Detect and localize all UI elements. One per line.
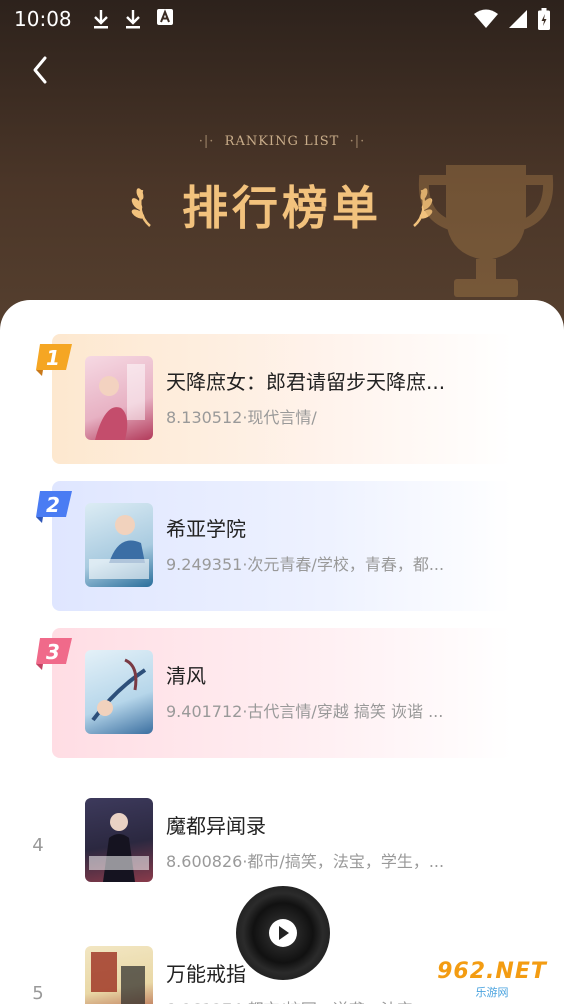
watermark-sub: 乐游网 [475, 985, 509, 999]
signal-icon [509, 10, 527, 28]
download-icon-2 [125, 10, 140, 29]
ranking-header: 10:08 ·|· RANKING LIST ·|· 排行榜单 [0, 0, 564, 340]
site-watermark-logo: 962.NET 乐游网 [426, 956, 558, 1002]
rank-badge-1: 1 [36, 344, 72, 376]
rank-number-4: 4 [32, 835, 44, 856]
book-meta-1: 8.130512·现代言情/ [166, 408, 317, 427]
cover-art-3 [91, 658, 147, 722]
play-icon [279, 926, 289, 940]
back-button[interactable] [22, 52, 58, 88]
floating-player-button[interactable] [236, 886, 330, 980]
book-title-2[interactable]: 希亚学院 [166, 513, 486, 542]
svg-text:2: 2 [46, 493, 60, 517]
a-app-icon [156, 9, 173, 25]
status-bar: 10:08 [0, 0, 564, 38]
watermark-main: 962.NET [437, 958, 547, 984]
book-cover-2[interactable] [85, 503, 153, 587]
book-title-1[interactable]: 天降庶女：郎君请留步天降庶... [166, 366, 486, 395]
book-title-4[interactable]: 魔都异闻录 [166, 810, 486, 839]
svg-text:1: 1 [46, 346, 60, 370]
svg-text:3: 3 [46, 640, 60, 664]
rank-badge-3: 3 [36, 638, 72, 670]
chevron-left-icon [33, 56, 47, 84]
book-meta-2: 9.249351·次元青春/学校，青春，都... [166, 555, 445, 574]
book-title-3[interactable]: 清风 [166, 660, 486, 689]
battery-icon [538, 8, 550, 30]
book-meta-4: 8.600826·都市/搞笑，法宝，学生，... [166, 852, 445, 871]
cover-art-2 [89, 515, 149, 579]
book-cover-3[interactable] [85, 650, 153, 734]
book-meta-3: 9.401712·古代言情/穿越 搞笑 诙谐 ... [166, 702, 444, 721]
play-icon-container [269, 919, 297, 947]
status-time: 10:08 [14, 7, 72, 31]
download-icon [93, 10, 108, 29]
book-cover-1[interactable] [85, 356, 153, 440]
cover-art-5 [91, 952, 145, 1004]
book-cover-5[interactable] [85, 946, 153, 1004]
wifi-icon [474, 9, 498, 28]
rank-number-5: 5 [32, 983, 44, 1004]
cover-art-1 [95, 364, 145, 440]
rank-badge-2: 2 [36, 491, 72, 523]
ranking-subtitle: ·|· RANKING LIST ·|· [198, 134, 366, 149]
book-cover-4[interactable] [85, 798, 153, 882]
cover-art-4 [89, 813, 149, 882]
trophy-icon [418, 165, 554, 297]
